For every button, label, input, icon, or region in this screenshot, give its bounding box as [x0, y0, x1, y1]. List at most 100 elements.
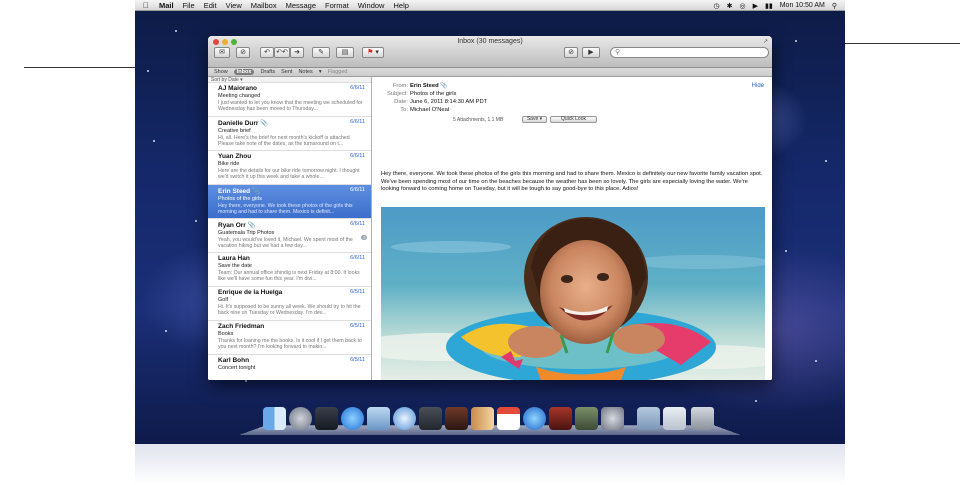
list-item-selected[interactable]: Erin Steed 📎 6/6/11 Photos of the girls …	[208, 185, 371, 219]
attachment-bar: 5 Attachments, 1.1 MB Save ▾ Quick Look	[373, 115, 609, 124]
menu-view[interactable]: View	[226, 1, 242, 10]
menu-app[interactable]: Mail	[159, 1, 174, 10]
time-machine-icon[interactable]: ◷	[714, 2, 720, 10]
launchpad-icon[interactable]	[289, 407, 312, 430]
safari-icon[interactable]	[393, 407, 416, 430]
forward-button[interactable]: ➜	[290, 47, 304, 58]
mail-app-icon[interactable]	[367, 407, 390, 430]
menu-bar:  Mail File Edit View Mailbox Message Fo…	[135, 0, 845, 11]
message-body: Hey there, everyone. We took these photo…	[381, 171, 763, 193]
list-item[interactable]: Yuan Zhou 6/6/11 Bike ride Here are the …	[208, 151, 371, 185]
chevron-down-icon: ▾	[373, 49, 379, 56]
get-mail-button[interactable]: ✉	[214, 47, 230, 58]
junk-icon: ⊘	[568, 49, 574, 56]
megaphone-icon: ▶	[588, 49, 594, 56]
message-sender: Karl Bohn	[218, 357, 250, 364]
finder-icon[interactable]	[263, 407, 286, 430]
menu-edit[interactable]: Edit	[204, 1, 217, 10]
bluetooth-icon[interactable]: ✱	[727, 2, 733, 10]
note-button[interactable]: ▤	[336, 47, 354, 58]
message-sender: Laura Han	[218, 255, 250, 262]
menubar-clock[interactable]: Mon 10:50 AM	[780, 2, 825, 9]
message-preview: Hi, all. Here's the brief for next month…	[218, 135, 352, 148]
itunes-icon[interactable]	[523, 407, 546, 430]
speak-button[interactable]: ▶	[582, 47, 600, 58]
compose-button[interactable]: ✎	[312, 47, 330, 58]
window-titlebar: Inbox (30 messages) ↗ ✉ ⊘ ↶ ↶↶ ➜ ✎ ▤ ⚑ ▾…	[208, 36, 772, 68]
spotlight-icon[interactable]: ⚲	[832, 2, 837, 10]
search-icon: ⚲	[615, 49, 621, 56]
header-subject: Subject: Photos of the girls	[387, 91, 457, 97]
message-preview: Thanks for loaning me the books. Is it c…	[218, 338, 362, 351]
menu-file[interactable]: File	[183, 1, 195, 10]
reply-all-button[interactable]: ↶↶	[274, 47, 290, 58]
tab-sent[interactable]: Sent	[281, 69, 292, 75]
reply-button[interactable]: ↶	[260, 47, 274, 58]
trash-icon[interactable]	[691, 407, 714, 430]
message-preview: Hi. It's supposed to be sunny all week. …	[218, 304, 361, 317]
message-subject: Photos of the girls	[218, 196, 263, 202]
applications-folder-icon[interactable]	[637, 407, 660, 430]
contacts-icon[interactable]	[471, 407, 494, 430]
app-store-icon[interactable]	[341, 407, 364, 430]
message-subject: Meeting changed	[218, 93, 261, 99]
tab-flagged[interactable]: Flagged	[328, 69, 348, 75]
volume-icon[interactable]: ▶	[753, 2, 758, 10]
message-sender: Zach Friedman	[218, 323, 265, 330]
menu-mailbox[interactable]: Mailbox	[251, 1, 277, 10]
tab-drafts[interactable]: Drafts	[260, 69, 275, 75]
photo-app-icon[interactable]	[549, 407, 572, 430]
list-item[interactable]: Laura Han 6/6/11 Save the date Team: Our…	[208, 253, 371, 287]
photo-girl-in-float	[381, 207, 765, 380]
menu-help[interactable]: Help	[393, 1, 408, 10]
message-date: 6/6/11	[350, 255, 365, 261]
system-preferences-icon[interactable]	[601, 407, 624, 430]
message-sender: Danielle Durr 📎	[218, 120, 269, 127]
hide-header-link[interactable]: Hide	[752, 83, 764, 89]
tab-notes[interactable]: Notes	[298, 69, 312, 75]
tab-inbox[interactable]: Inbox	[233, 69, 255, 75]
list-item[interactable]: Ryan Orr 📎 6/6/11 Guatemala Trip Photos …	[208, 219, 371, 253]
battery-icon[interactable]: ▮▮	[765, 2, 773, 10]
apple-icon[interactable]: 	[143, 1, 149, 10]
header-from: From: Erin Steed 📎	[392, 83, 448, 89]
show-mailboxes-button[interactable]: Show	[214, 69, 228, 75]
menu-format[interactable]: Format	[325, 1, 349, 10]
list-item[interactable]: AJ Maiorano 6/6/11 Meeting changed I jus…	[208, 83, 371, 117]
flag-button[interactable]: ⚑ ▾	[362, 47, 384, 58]
list-item[interactable]: Enrique de la Huelga 6/5/11 Golf Hi. It'…	[208, 287, 371, 321]
chevron-down-icon: ▾	[318, 69, 322, 75]
message-sender: Ryan Orr 📎	[218, 222, 256, 229]
favorites-bar: Show Inbox Drafts Sent Notes ▾ Flagged	[208, 68, 772, 77]
quick-look-button[interactable]: Quick Look	[550, 116, 597, 123]
message-subject: Guatemala Trip Photos	[218, 230, 275, 236]
save-button[interactable]: Save ▾	[522, 116, 547, 123]
fullscreen-icon[interactable]: ↗	[763, 38, 768, 45]
message-list[interactable]: Sort by Date ▾ AJ Maiorano 6/6/11 Meetin…	[208, 77, 372, 380]
message-subject: Golf	[218, 297, 229, 303]
attached-photo[interactable]	[381, 207, 765, 380]
message-date: 6/6/11	[350, 85, 365, 91]
message-sender: Yuan Zhou	[218, 153, 252, 160]
message-date: 6/5/11	[350, 289, 365, 295]
iphoto-icon[interactable]	[575, 407, 598, 430]
delete-button[interactable]: ⊘	[236, 47, 250, 58]
junk-button[interactable]: ⊘	[564, 47, 578, 58]
documents-folder-icon[interactable]	[663, 407, 686, 430]
message-preview: I just wanted to let you know that the m…	[218, 100, 363, 113]
list-item[interactable]: Karl Bohn 6/5/11 Concert tonight	[208, 355, 371, 380]
menu-window[interactable]: Window	[358, 1, 385, 10]
menu-message[interactable]: Message	[286, 1, 316, 10]
mission-control-icon[interactable]	[315, 407, 338, 430]
message-preview: Team: Our annual office shindig is next …	[218, 270, 360, 283]
desktop-reflection	[135, 444, 845, 485]
search-input[interactable]: ⚲	[610, 47, 769, 58]
wifi-icon[interactable]: ◎	[740, 2, 746, 10]
photo-booth-icon[interactable]	[445, 407, 468, 430]
chevron-down-icon: ▾	[539, 116, 543, 122]
message-date: 6/6/11	[350, 153, 365, 159]
list-item[interactable]: Danielle Durr 📎 6/6/11 Creative brief Hi…	[208, 117, 371, 151]
list-item[interactable]: Zach Friedman 6/5/11 Books Thanks for lo…	[208, 321, 371, 355]
calendar-icon[interactable]	[497, 407, 520, 430]
facetime-icon[interactable]	[419, 407, 442, 430]
